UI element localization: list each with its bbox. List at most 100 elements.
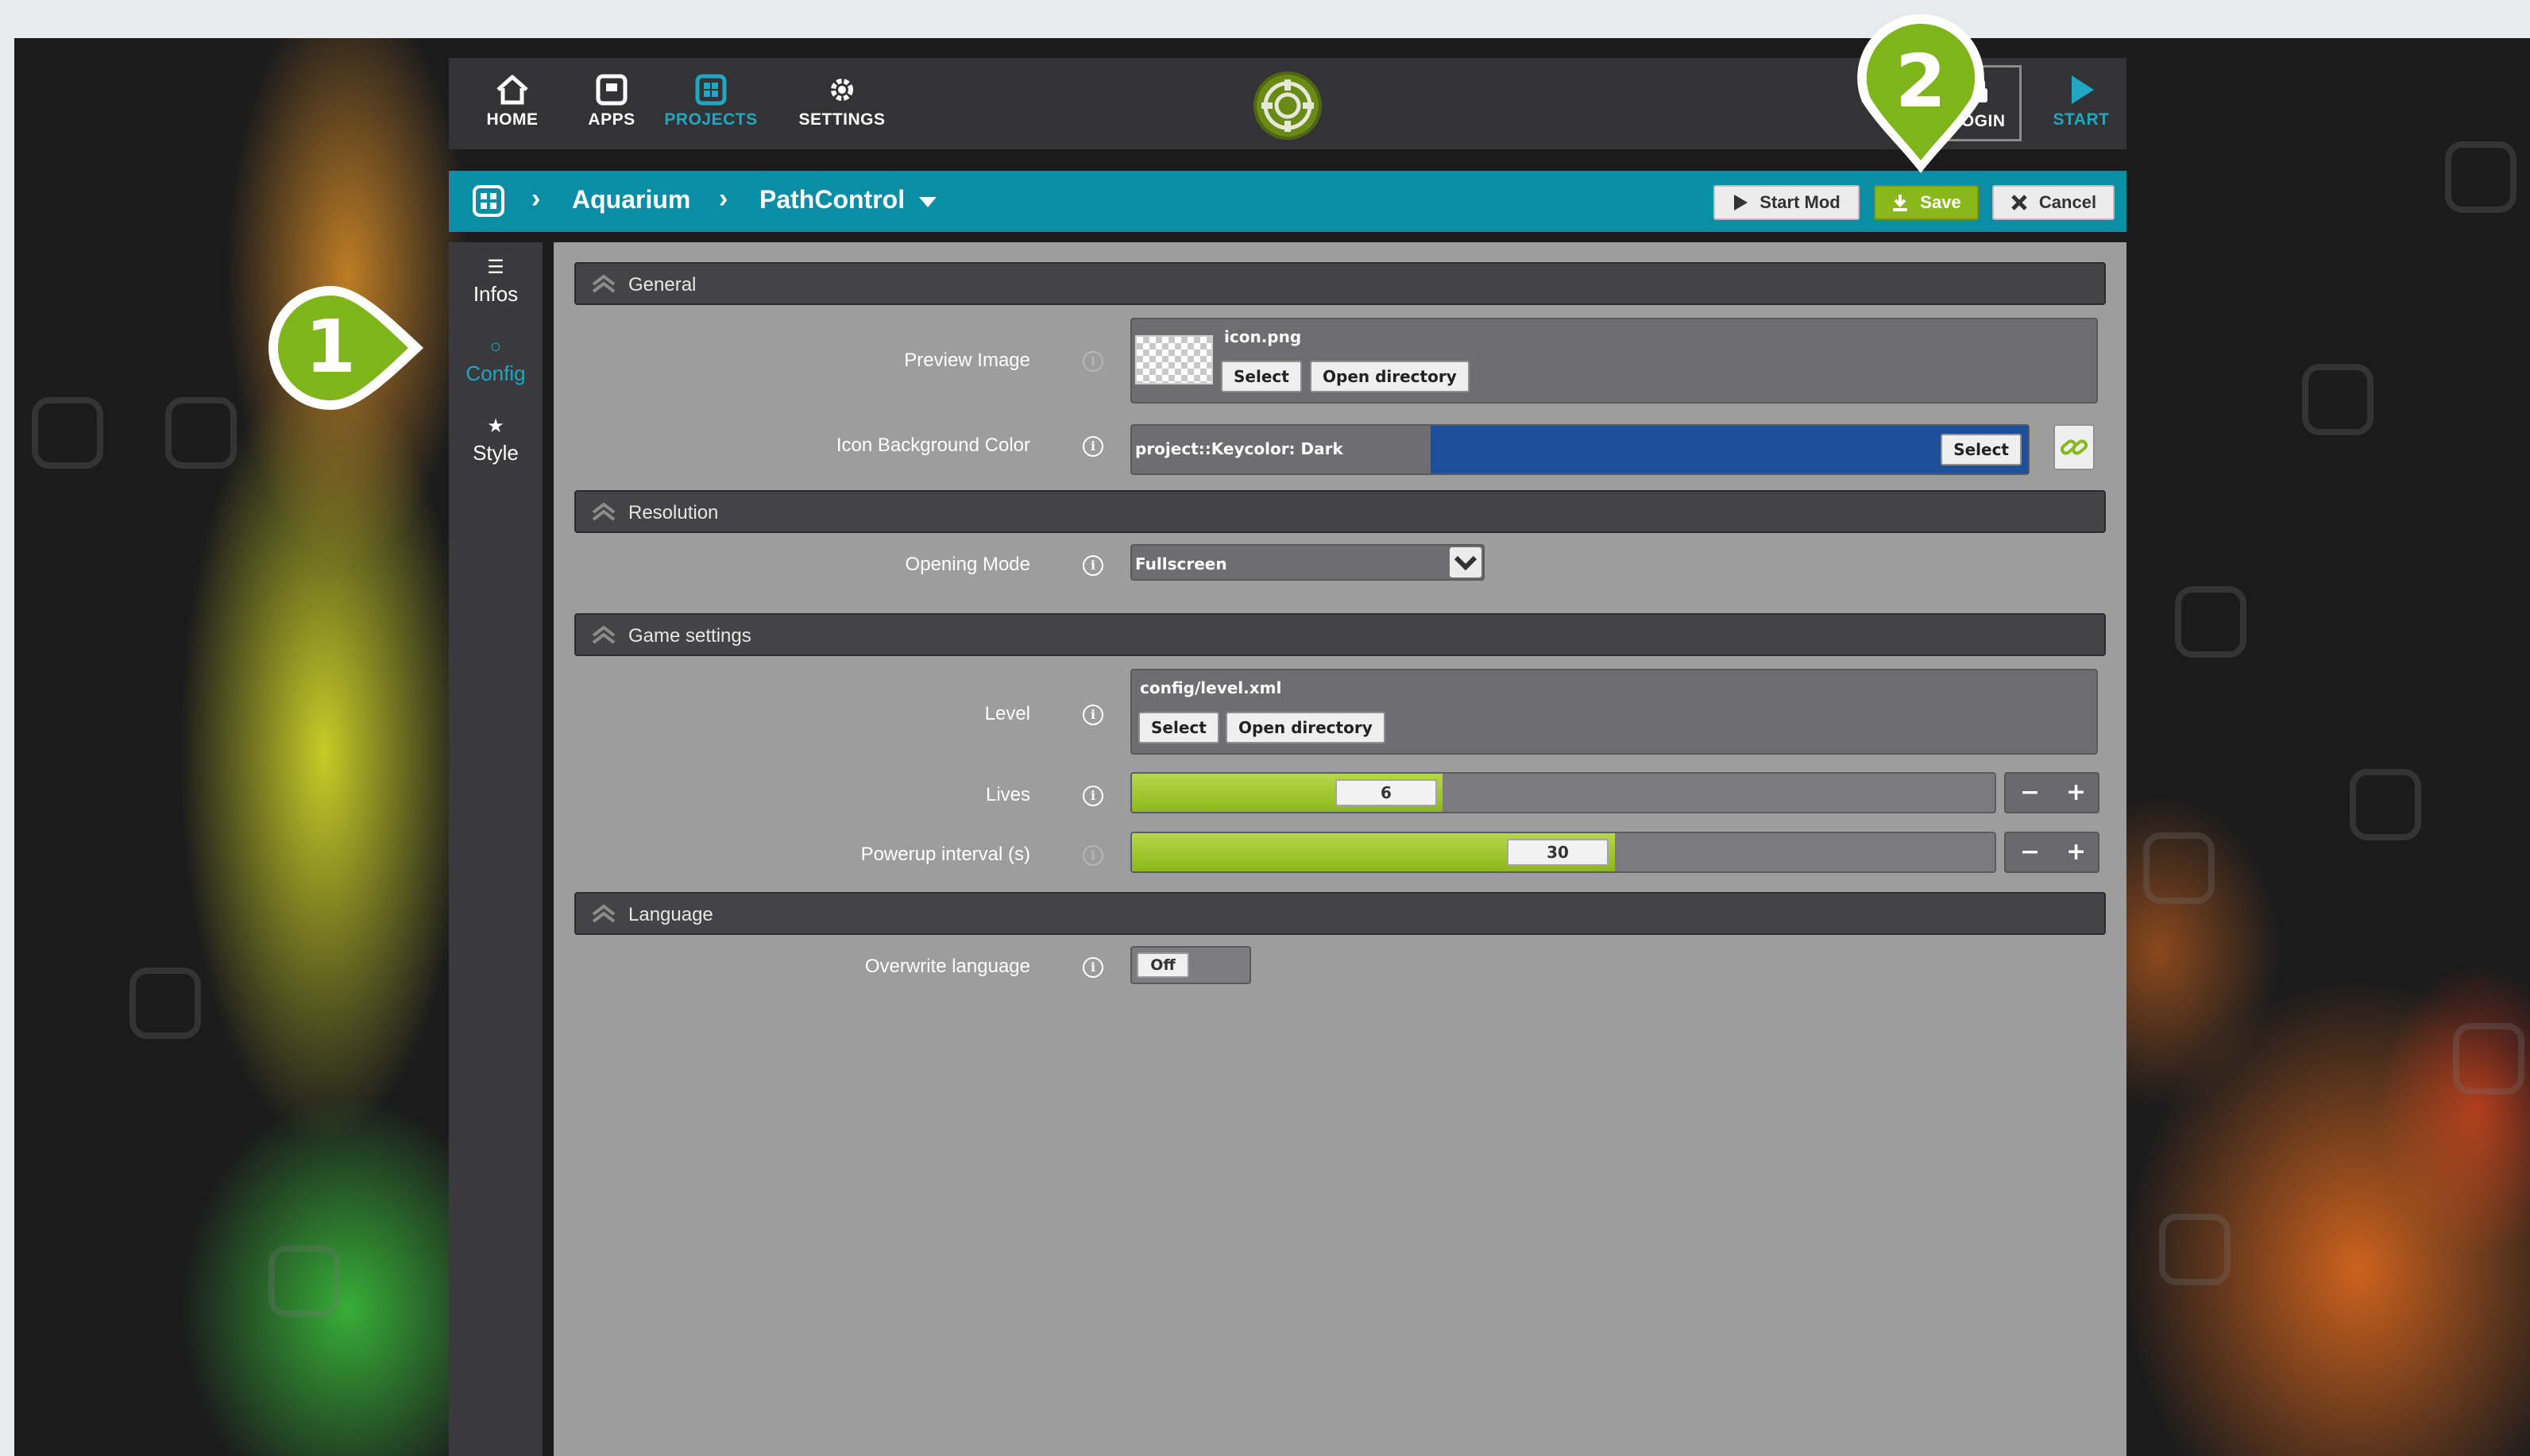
sidebar-item-config[interactable]: ○ Config — [449, 338, 543, 386]
callout-marker-1: 1 — [268, 286, 423, 410]
logo-icon — [1261, 79, 1314, 132]
field-label: Icon Background Color — [836, 434, 1030, 456]
field-label: Level — [984, 703, 1030, 724]
background-square-decoration — [32, 397, 103, 469]
config-sidebar: ☰ Infos ○ Config ★ Style — [449, 242, 543, 1456]
apps-icon — [596, 74, 628, 106]
nav-home-label: HOME — [486, 110, 539, 129]
info-icon[interactable]: i — [1083, 351, 1103, 372]
chevron-down-icon[interactable] — [917, 195, 938, 210]
info-icon[interactable]: i — [1083, 845, 1103, 866]
color-swatch — [1431, 426, 2028, 473]
dropdown-toggle[interactable] — [1450, 547, 1481, 577]
nav-projects[interactable]: PROJECTS — [663, 74, 759, 129]
close-icon — [2011, 195, 2027, 210]
level-open-directory-button[interactable]: Open directory — [1226, 712, 1385, 743]
link-button[interactable] — [2053, 424, 2095, 470]
icon-background-color-field[interactable]: project::Keycolor: Dark Select — [1130, 424, 2030, 475]
nav-projects-label: PROJECTS — [664, 110, 758, 129]
preview-image-thumbnail — [1135, 335, 1213, 384]
powerup-interval-slider-handle[interactable]: 30 — [1507, 839, 1609, 866]
field-label: Lives — [985, 784, 1030, 805]
nav-apps-label: APPS — [588, 110, 635, 129]
info-icon[interactable]: i — [1083, 786, 1103, 806]
section-title: Language — [628, 904, 713, 925]
save-button[interactable]: Save — [1874, 185, 1979, 220]
list-icon: ☰ — [487, 257, 504, 278]
callout-marker-2 — [0, 0, 140, 167]
section-language[interactable]: Language — [574, 892, 2106, 935]
info-icon[interactable]: i — [1083, 555, 1103, 576]
field-label: Preview Image — [904, 350, 1030, 371]
section-game-settings[interactable]: Game settings — [574, 613, 2106, 656]
star-icon: ★ — [487, 415, 504, 437]
preview-image-panel: icon.png Select Open directory — [1130, 318, 2098, 404]
start-mod-button[interactable]: Start Mod — [1713, 185, 1860, 220]
background-square-decoration — [2175, 586, 2246, 658]
sidebar-item-style[interactable]: ★ Style — [449, 417, 543, 465]
lives-slider-handle[interactable]: 6 — [1335, 779, 1437, 806]
powerup-interval-stepper: − + — [2004, 832, 2099, 873]
section-resolution[interactable]: Resolution — [574, 490, 2106, 533]
opening-mode-select[interactable]: Fullscreen — [1130, 544, 1485, 581]
nav-apps[interactable]: APPS — [564, 74, 659, 129]
plus-icon[interactable]: + — [2066, 778, 2086, 807]
nav-settings[interactable]: SETTINGS — [794, 74, 890, 129]
preview-image-filename: icon.png — [1224, 327, 1302, 346]
projects-grid-icon[interactable] — [471, 183, 506, 218]
home-icon — [496, 75, 528, 105]
overwrite-language-toggle[interactable]: Off — [1130, 946, 1251, 984]
section-title: Resolution — [628, 502, 719, 523]
opening-mode-value: Fullscreen — [1135, 554, 1227, 574]
chevron-down-icon — [1454, 555, 1477, 571]
chevron-up-icon — [592, 625, 616, 644]
lives-slider[interactable]: 6 — [1130, 772, 1996, 813]
section-general[interactable]: General — [574, 262, 2106, 305]
level-filename: config/level.xml — [1140, 678, 1282, 697]
background-square-decoration — [2350, 769, 2421, 840]
breadcrumb-module[interactable]: PathControl — [759, 185, 905, 214]
breadcrumb-project[interactable]: Aquarium — [572, 185, 690, 214]
powerup-interval-slider[interactable]: 30 — [1130, 832, 1996, 873]
minus-icon[interactable]: − — [2020, 778, 2040, 807]
preview-image-select-button[interactable]: Select — [1221, 361, 1302, 392]
lives-stepper: − + — [2004, 772, 2099, 813]
nav-start[interactable]: START — [2034, 74, 2129, 129]
field-label: Powerup interval (s) — [860, 844, 1030, 865]
config-content: General Preview Image i icon.png Select … — [554, 242, 2126, 1456]
sidebar-item-label: Style — [473, 441, 519, 465]
sidebar-item-label: Config — [465, 361, 526, 385]
info-icon[interactable]: i — [1083, 705, 1103, 725]
preview-image-open-directory-button[interactable]: Open directory — [1310, 361, 1470, 392]
play-icon — [1734, 195, 1748, 210]
callout-number: 2 — [1895, 39, 1946, 124]
minus-icon[interactable]: − — [2020, 838, 2040, 867]
icon-background-color-value: project::Keycolor: Dark — [1135, 439, 1343, 458]
cancel-button[interactable]: Cancel — [1992, 185, 2115, 220]
chevron-up-icon — [592, 274, 616, 293]
chevron-right-icon: › — [719, 183, 728, 214]
download-icon — [1893, 195, 1908, 211]
save-label: Save — [1920, 192, 1961, 212]
info-icon[interactable]: i — [1083, 957, 1103, 978]
link-icon — [2060, 439, 2088, 455]
info-icon[interactable]: i — [1083, 436, 1103, 457]
sidebar-item-label: Infos — [473, 282, 519, 306]
background-square-decoration — [2143, 832, 2215, 904]
section-title: General — [628, 274, 697, 295]
chevron-right-icon: › — [531, 183, 541, 214]
icon-background-color-select-button[interactable]: Select — [1941, 434, 2022, 465]
start-mod-label: Start Mod — [1759, 192, 1841, 212]
plus-icon[interactable]: + — [2066, 838, 2086, 867]
background-square-decoration — [2159, 1214, 2231, 1285]
breadcrumb-bar: › Aquarium › PathControl Start Mod Save … — [449, 171, 2126, 232]
field-label: Opening Mode — [905, 554, 1030, 575]
nav-home[interactable]: HOME — [465, 74, 560, 129]
chevron-up-icon — [592, 502, 616, 521]
level-file-panel: config/level.xml Select Open directory — [1130, 669, 2098, 755]
sidebar-item-infos[interactable]: ☰ Infos — [449, 258, 543, 307]
level-select-button[interactable]: Select — [1138, 712, 1219, 743]
callout-number: 1 — [305, 304, 356, 389]
cancel-label: Cancel — [2038, 192, 2097, 212]
gear-icon — [831, 79, 853, 101]
